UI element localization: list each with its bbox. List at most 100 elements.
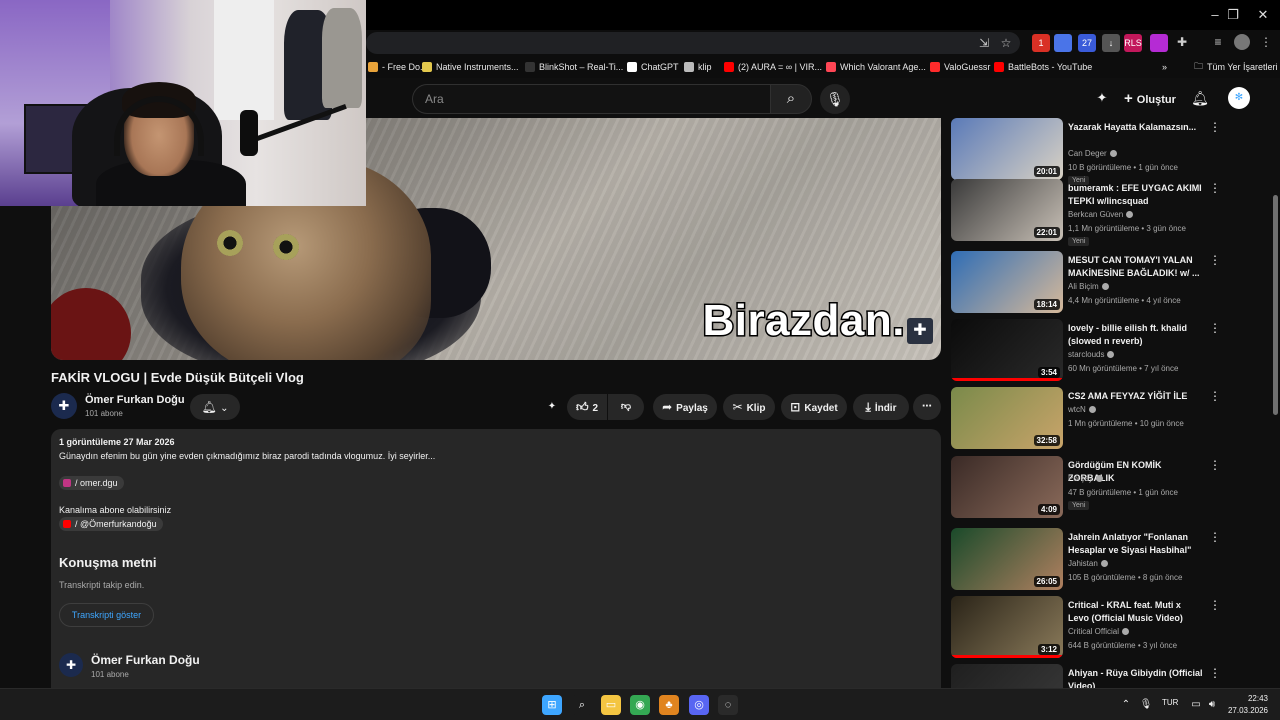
recommended-video-title[interactable]: Jahrein Anlatıyor "Fonlanan Hesaplar ve … bbox=[1068, 531, 1204, 557]
discord-icon[interactable]: ◎ bbox=[689, 695, 709, 715]
microphone-tray-icon[interactable]: 🎙 bbox=[1138, 697, 1154, 713]
description-channel-avatar[interactable]: ✚ bbox=[59, 653, 83, 677]
bookmarks-overflow-button[interactable]: » bbox=[1162, 59, 1167, 75]
extensions-puzzle-icon[interactable]: ✚ bbox=[1174, 34, 1190, 50]
recommended-video[interactable]: 4:09 Gördüğüm EN KOMİK ZORBALIK Porçay 47 B… bbox=[951, 456, 1266, 520]
bookmark-item[interactable]: - Free Do... bbox=[368, 59, 428, 75]
restore-window-icon[interactable]: ❐ bbox=[1218, 6, 1248, 24]
video-options-menu-icon[interactable]: ⋮ bbox=[1209, 666, 1221, 680]
recommended-channel[interactable]: Can Deger bbox=[1068, 149, 1117, 158]
recommended-channel[interactable]: starclouds bbox=[1068, 350, 1115, 359]
page-scrollbar[interactable] bbox=[1273, 195, 1278, 415]
profile-avatar[interactable] bbox=[1234, 34, 1250, 50]
recommended-channel[interactable]: Berkcan Güven bbox=[1068, 210, 1134, 219]
recommended-video[interactable]: 32:58 CS2 AMA FEYYAZ YİĞİT İLE wtcN 1 Mn gö… bbox=[951, 387, 1266, 451]
channel-name[interactable]: Ömer Furkan Doğu bbox=[85, 394, 185, 406]
subscription-notify-button[interactable]: 🔔︎ ⌄ bbox=[190, 394, 240, 420]
download-button[interactable]: ⤓ İndir bbox=[853, 394, 909, 420]
recommended-channel[interactable]: Jahistan bbox=[1068, 559, 1108, 568]
taskbar-clock-time[interactable]: 22:43 bbox=[1228, 694, 1268, 703]
channel-avatar[interactable]: ✚ bbox=[51, 393, 77, 419]
media-controls-icon[interactable]: ≡ bbox=[1210, 34, 1226, 50]
recommended-video-title[interactable]: Critical - KRAL feat. Muti x Levo (Offic… bbox=[1068, 599, 1204, 625]
bookmark-item[interactable]: Which Valorant Age... bbox=[826, 59, 926, 75]
browser-extension-icon[interactable] bbox=[1150, 34, 1168, 52]
recommended-channel[interactable]: Porçay bbox=[1068, 474, 1103, 483]
recommended-video[interactable]: 3:54 lovely - billie eilish ft. khalid (s… bbox=[951, 319, 1266, 383]
browser-menu-icon[interactable]: ⋮ bbox=[1258, 34, 1274, 50]
recommended-video[interactable]: 20:01 Yazarak Hayatta Kalamazsın... Can De… bbox=[951, 118, 1266, 185]
network-icon[interactable]: ▭ bbox=[1188, 697, 1204, 713]
browser-extension-icon[interactable] bbox=[1054, 34, 1072, 52]
bookmark-item[interactable]: Native Instruments... bbox=[422, 59, 519, 75]
search-button[interactable]: ⌕ bbox=[770, 84, 812, 114]
video-options-menu-icon[interactable]: ⋮ bbox=[1209, 598, 1221, 612]
recommended-channel[interactable]: Ali Biçim bbox=[1068, 282, 1109, 291]
recommended-video-title[interactable]: bumeramk : EFE UYGAC AKIMI TEPKI w/lincs… bbox=[1068, 182, 1204, 208]
show-transcript-button[interactable]: Transkripti göster bbox=[59, 603, 154, 627]
video-options-menu-icon[interactable]: ⋮ bbox=[1209, 530, 1221, 544]
bookmark-item[interactable]: ChatGPT bbox=[627, 59, 679, 75]
video-thumbnail[interactable]: 20:01 bbox=[951, 118, 1063, 180]
video-options-menu-icon[interactable]: ⋮ bbox=[1209, 321, 1221, 335]
taskbar-clock-date[interactable]: 27.03.2026 bbox=[1224, 706, 1268, 715]
recommended-video[interactable]: 18:14 MESUT CAN TOMAY'I YALAN MAKİNESİNE … bbox=[951, 251, 1266, 315]
show-hidden-icons-chevron-icon[interactable]: ⌃ bbox=[1118, 697, 1134, 713]
input-language[interactable]: TUR bbox=[1162, 698, 1178, 707]
search-input[interactable]: Ara bbox=[412, 84, 770, 114]
close-window-icon[interactable]: ✕ bbox=[1248, 6, 1278, 24]
video-thumbnail[interactable]: 26:05 bbox=[951, 528, 1063, 590]
browser-extension-icon[interactable]: 1 bbox=[1032, 34, 1050, 52]
clip-button[interactable]: ✂ Klip bbox=[723, 394, 775, 420]
recommended-channel[interactable]: wtcN bbox=[1068, 405, 1096, 414]
recommended-video[interactable]: 26:05 Jahrein Anlatıyor "Fonlanan Hesapla… bbox=[951, 528, 1266, 592]
bookmark-item[interactable]: ValoGuessr bbox=[930, 59, 990, 75]
video-thumbnail[interactable]: 3:12 bbox=[951, 596, 1063, 658]
create-button[interactable]: + Oluştur bbox=[1116, 86, 1184, 112]
video-options-menu-icon[interactable]: ⋮ bbox=[1209, 120, 1221, 134]
like-button[interactable]: 👍︎ 2 bbox=[567, 394, 607, 420]
video-options-menu-icon[interactable]: ⋮ bbox=[1209, 181, 1221, 195]
video-thumbnail[interactable]: 22:01 bbox=[951, 179, 1063, 241]
recommended-channel[interactable]: Critical Official bbox=[1068, 627, 1129, 636]
dislike-button[interactable]: 👎︎ bbox=[608, 394, 644, 420]
video-options-menu-icon[interactable]: ⋮ bbox=[1209, 389, 1221, 403]
notifications-bell-icon[interactable]: 🔔︎ bbox=[1190, 88, 1210, 108]
video-options-menu-icon[interactable]: ⋮ bbox=[1209, 253, 1221, 267]
recommended-video-title[interactable]: CS2 AMA FEYYAZ YİĞİT İLE bbox=[1068, 390, 1204, 403]
voice-search-button[interactable]: 🎙 bbox=[820, 84, 850, 114]
browser-extension-icon[interactable]: 27 bbox=[1078, 34, 1096, 52]
account-avatar[interactable]: ✻ bbox=[1228, 87, 1250, 109]
save-button[interactable]: ⊡ Kaydet bbox=[781, 394, 847, 420]
bookmark-star-icon[interactable]: ☆ bbox=[998, 35, 1014, 51]
description-channel-name[interactable]: Ömer Furkan Doğu bbox=[91, 653, 200, 667]
recommended-video-title[interactable]: MESUT CAN TOMAY'I YALAN MAKİNESİNE BAĞLA… bbox=[1068, 254, 1204, 280]
bookmark-item[interactable]: (2) AURA = ∞ | VIR... bbox=[724, 59, 822, 75]
file-explorer-icon[interactable]: ▭ bbox=[601, 695, 621, 715]
video-thumbnail[interactable] bbox=[951, 664, 1063, 688]
chrome-icon[interactable]: ◉ bbox=[630, 695, 650, 715]
recommended-video[interactable]: 22:01 bumeramk : EFE UYGAC AKIMI TEPKI w/… bbox=[951, 179, 1266, 246]
windows-start-icon[interactable]: ⊞ bbox=[542, 695, 562, 715]
recommended-video-title[interactable]: lovely - billie eilish ft. khalid (slowe… bbox=[1068, 322, 1204, 348]
recommended-video-title[interactable]: Ahiyan - Rüya Gibiydin (Official Video) bbox=[1068, 667, 1204, 688]
bookmark-item[interactable]: klip bbox=[684, 59, 712, 75]
video-thumbnail[interactable]: 32:58 bbox=[951, 387, 1063, 449]
recommended-video[interactable]: 3:12 Critical - KRAL feat. Muti x Levo (O… bbox=[951, 596, 1266, 660]
browser-extension-icon[interactable]: RLS bbox=[1124, 34, 1142, 52]
video-thumbnail[interactable]: 4:09 bbox=[951, 456, 1063, 518]
instagram-link[interactable]: / omer.dgu bbox=[59, 476, 124, 490]
recommended-video-title[interactable]: Yazarak Hayatta Kalamazsın... bbox=[1068, 121, 1204, 134]
address-bar[interactable]: ⇲ ☆ bbox=[366, 32, 1020, 54]
bookmark-item[interactable]: BattleBots - YouTube bbox=[994, 59, 1092, 75]
video-thumbnail[interactable]: 18:14 bbox=[951, 251, 1063, 313]
description-panel[interactable]: 1 görüntüleme 27 Mar 2026 Günaydın efeni… bbox=[51, 429, 941, 699]
obs-icon[interactable]: ◌ bbox=[718, 695, 738, 715]
volume-icon[interactable]: 🔊︎ bbox=[1204, 697, 1220, 713]
youtube-channel-link[interactable]: / @Ömerfurkandoğu bbox=[59, 517, 163, 531]
more-actions-button[interactable]: ⋯ bbox=[913, 394, 941, 420]
install-app-icon[interactable]: ⇲ bbox=[976, 35, 992, 51]
ask-ai-sparkle-button[interactable]: ✦ bbox=[542, 394, 562, 420]
video-options-menu-icon[interactable]: ⋮ bbox=[1209, 458, 1221, 472]
video-thumbnail[interactable]: 3:54 bbox=[951, 319, 1063, 381]
